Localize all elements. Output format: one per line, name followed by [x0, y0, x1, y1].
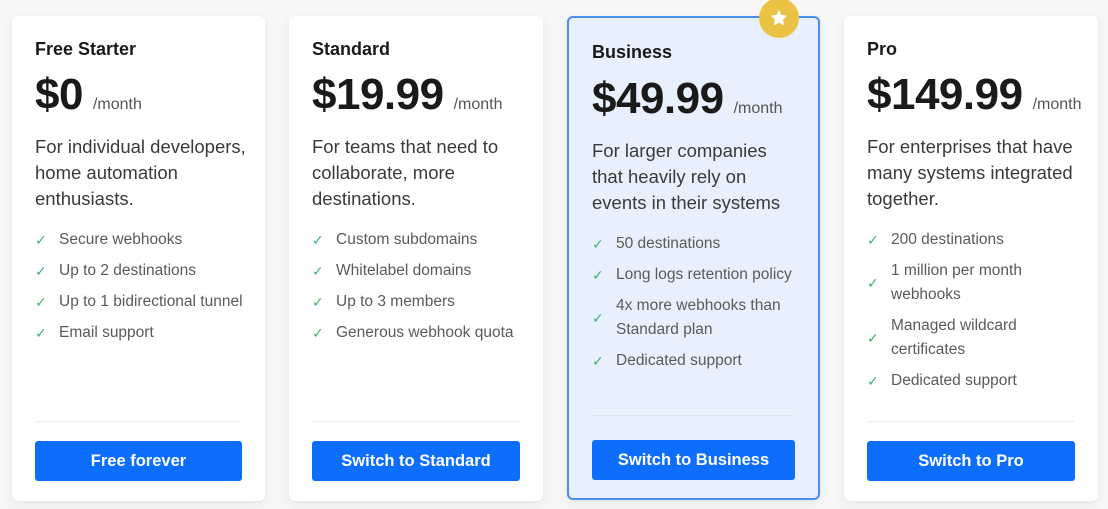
plan-description: For larger companies that heavily rely o…	[592, 140, 781, 213]
price-row: $0 /month	[35, 70, 142, 120]
check-icon: ✓	[312, 324, 324, 341]
plan-description: For teams that need to collaborate, more…	[312, 136, 499, 209]
feature-item: ✓ Up to 2 destinations	[35, 262, 197, 279]
check-icon: ✓	[867, 329, 879, 346]
feature-item: ✓ Dedicated support	[867, 372, 1017, 389]
price-row: $49.99 /month	[592, 74, 783, 124]
check-icon: ✓	[592, 309, 604, 326]
check-icon: ✓	[592, 235, 604, 252]
check-icon: ✓	[867, 372, 879, 389]
check-icon: ✓	[35, 262, 47, 279]
check-icon: ✓	[312, 293, 324, 310]
free-forever-button[interactable]: Free forever	[35, 441, 242, 481]
check-icon: ✓	[867, 274, 879, 291]
price-row: $19.99 /month	[312, 70, 503, 120]
plan-period: /month	[733, 100, 783, 117]
plan-card-business: Business $49.99 /month For larger compan…	[567, 16, 820, 500]
check-icon: ✓	[592, 266, 604, 283]
check-icon: ✓	[312, 231, 324, 248]
plan-name: Free Starter	[35, 39, 137, 59]
switch-to-business-button[interactable]: Switch to Business	[592, 440, 795, 480]
check-icon: ✓	[35, 293, 47, 310]
plan-description: For individual developers, home automati…	[35, 136, 246, 209]
feature-item: ✓ 4x more webhooks than Standard plan	[592, 297, 781, 338]
check-icon: ✓	[35, 324, 47, 341]
feature-list: ✓ Secure webhooks ✓ Up to 2 destinations ✓…	[35, 228, 245, 352]
switch-to-pro-button[interactable]: Switch to Pro	[867, 441, 1075, 481]
plan-description: For enterprises that have many systems i…	[867, 136, 1073, 209]
check-icon: ✓	[592, 352, 604, 369]
plan-price: $49.99	[592, 74, 724, 123]
divider	[867, 421, 1075, 422]
switch-to-standard-button[interactable]: Switch to Standard	[312, 441, 520, 481]
feature-item: ✓ Email support	[35, 324, 154, 341]
plan-period: /month	[92, 96, 142, 113]
feature-item: ✓ Managed wildcard certificates	[867, 317, 1017, 358]
divider	[35, 421, 242, 422]
plan-card-standard: Standard $19.99 /month For teams that ne…	[289, 16, 543, 501]
plan-price: $19.99	[312, 70, 444, 119]
check-icon: ✓	[312, 262, 324, 279]
feature-item: ✓ 1 million per month webhooks	[867, 262, 1022, 303]
plan-card-pro: Pro $149.99 /month For enterprises that …	[844, 16, 1098, 501]
divider	[592, 415, 795, 416]
plan-card-free-starter: Free Starter $0 /month For individual de…	[12, 16, 265, 501]
feature-list: ✓ Custom subdomains ✓ Whitelabel domains ✓…	[312, 228, 522, 352]
plan-name: Business	[592, 42, 673, 62]
price-row: $149.99 /month	[867, 70, 1081, 120]
plan-period: /month	[1032, 96, 1082, 113]
feature-item: ✓ 200 destinations	[867, 231, 1004, 248]
feature-list: ✓ 50 destinations ✓ Long logs retention po…	[592, 232, 802, 380]
feature-item: ✓ Generous webhook quota	[312, 324, 514, 341]
feature-item: ✓ Custom subdomains	[312, 231, 478, 248]
plan-price: $149.99	[867, 70, 1023, 119]
feature-item: ✓ Dedicated support	[592, 352, 742, 369]
feature-item: ✓ Long logs retention policy	[592, 266, 792, 283]
feature-item: ✓ Up to 1 bidirectional tunnel	[35, 293, 243, 310]
feature-item: ✓ Whitelabel domains	[312, 262, 472, 279]
feature-item: ✓ 50 destinations	[592, 235, 721, 252]
check-icon: ✓	[867, 231, 879, 248]
check-icon: ✓	[35, 231, 47, 248]
plan-price: $0	[35, 70, 83, 119]
feature-item: ✓ Up to 3 members	[312, 293, 455, 310]
feature-item: ✓ Secure webhooks	[35, 231, 183, 248]
plan-period: /month	[453, 96, 503, 113]
divider	[312, 421, 520, 422]
star-icon	[771, 10, 787, 26]
plan-name: Pro	[867, 39, 898, 59]
feature-list: ✓ 200 destinations ✓ 1 million per month w…	[867, 228, 1077, 400]
plan-name: Standard	[312, 39, 391, 59]
